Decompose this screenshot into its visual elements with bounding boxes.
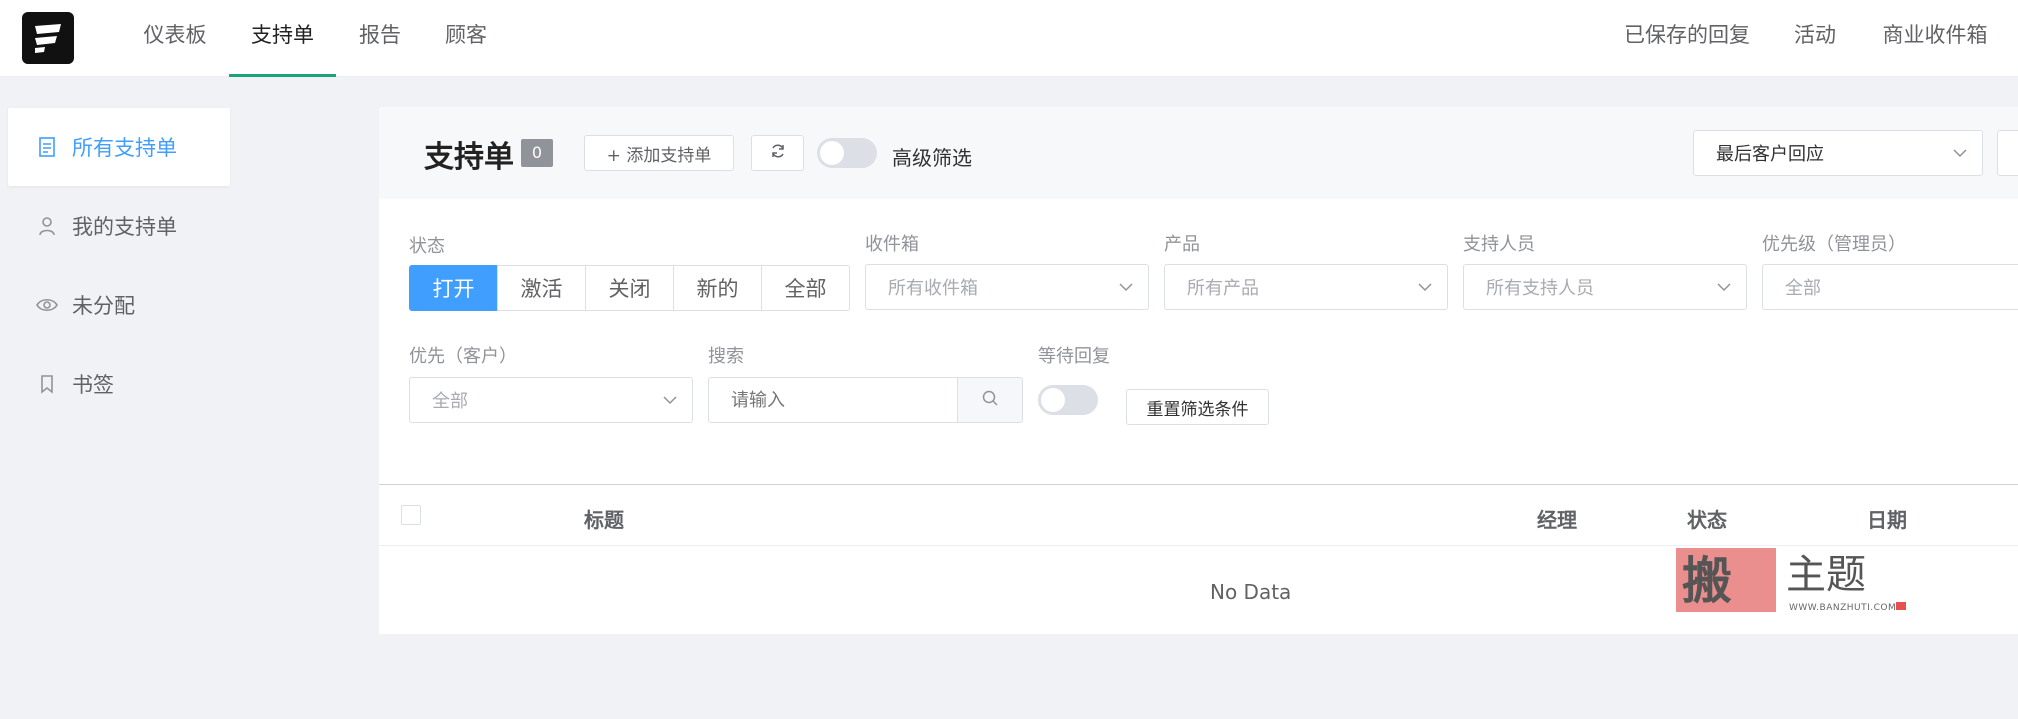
page-title: 支持单 <box>424 140 514 175</box>
priority-admin-select-value: 全部 <box>1785 278 1821 299</box>
sidebar-item-unassigned[interactable]: 未分配 <box>8 266 230 344</box>
nav-customers[interactable]: 顾客 <box>444 0 488 77</box>
app-logo[interactable] <box>22 12 74 64</box>
priority-admin-label: 优先级（管理员） <box>1762 234 1906 255</box>
sort-select-value: 最后客户回应 <box>1716 144 1824 165</box>
search-label: 搜索 <box>708 346 744 367</box>
status-open-button[interactable]: 打开 <box>409 265 498 311</box>
add-ticket-button[interactable]: + 添加支持单 <box>584 135 734 171</box>
status-label: 状态 <box>409 236 445 257</box>
bookmark-icon <box>36 373 58 395</box>
nav-reports[interactable]: 报告 <box>358 0 402 77</box>
sort-select[interactable]: 最后客户回应 <box>1693 130 1983 176</box>
user-icon <box>36 215 58 237</box>
column-header-status[interactable]: 状态 <box>1687 504 1727 533</box>
chevron-down-icon <box>662 392 678 408</box>
inbox-select-value: 所有收件箱 <box>888 278 978 299</box>
search-button[interactable] <box>957 377 1023 423</box>
nav-business-inbox[interactable]: 商业收件箱 <box>1880 0 1990 77</box>
sidebar-item-label: 未分配 <box>72 294 135 318</box>
agent-select-value: 所有支持人员 <box>1486 278 1594 299</box>
reset-filters-button[interactable]: 重置筛选条件 <box>1126 389 1269 425</box>
column-header-manager[interactable]: 经理 <box>1537 504 1577 533</box>
sidebar-item-my-tickets[interactable]: 我的支持单 <box>8 187 230 265</box>
sidebar-item-label: 我的支持单 <box>72 215 177 239</box>
document-icon <box>36 136 58 158</box>
priority-customer-select-value: 全部 <box>432 391 468 412</box>
svg-text:主题: 主题 <box>1786 552 1866 598</box>
priority-customer-select[interactable]: 全部 <box>409 377 693 423</box>
advanced-filter-toggle[interactable] <box>817 138 877 168</box>
agent-label: 支持人员 <box>1463 234 1535 255</box>
watermark-logo: 搬 主题 WWW.BANZHUTI.COM <box>1674 546 1914 616</box>
eye-icon <box>36 294 58 316</box>
awaiting-reply-label: 等待回复 <box>1038 346 1110 367</box>
status-new-button[interactable]: 新的 <box>673 265 762 311</box>
priority-admin-select[interactable]: 全部 <box>1762 264 2018 310</box>
search-icon <box>981 389 999 412</box>
chevron-down-icon <box>1417 279 1433 295</box>
product-select[interactable]: 所有产品 <box>1164 264 1448 310</box>
chevron-down-icon <box>1118 279 1134 295</box>
sidebar-item-label: 所有支持单 <box>72 136 177 160</box>
advanced-filter-label: 高级筛选 <box>892 146 972 170</box>
product-label: 产品 <box>1164 234 1200 255</box>
nav-saved-replies[interactable]: 已保存的回复 <box>1623 0 1751 77</box>
agent-select[interactable]: 所有支持人员 <box>1463 264 1747 310</box>
status-all-button[interactable]: 全部 <box>761 265 850 311</box>
search-input[interactable] <box>708 377 958 423</box>
column-header-title[interactable]: 标题 <box>584 504 624 533</box>
sidebar-item-bookmarks[interactable]: 书签 <box>8 345 230 423</box>
nav-dashboard[interactable]: 仪表板 <box>142 0 208 77</box>
empty-table-message: No Data <box>1210 580 1292 604</box>
sidebar-item-label: 书签 <box>72 373 114 397</box>
chevron-down-icon <box>1716 279 1732 295</box>
product-select-value: 所有产品 <box>1187 278 1259 299</box>
ticket-count-badge: 0 <box>521 139 553 167</box>
status-closed-button[interactable]: 关闭 <box>585 265 674 311</box>
refresh-button[interactable] <box>751 135 804 171</box>
header-select-partial[interactable] <box>1997 130 2018 176</box>
svg-text:搬: 搬 <box>1682 551 1732 610</box>
inbox-select[interactable]: 所有收件箱 <box>865 264 1149 310</box>
sidebar-item-all-tickets[interactable]: 所有支持单 <box>8 108 230 186</box>
chevron-down-icon <box>1952 145 1968 161</box>
watermark-text: WWW.BANZHUTI.COM <box>1789 603 1897 613</box>
nav-tickets[interactable]: 支持单 <box>229 0 336 77</box>
awaiting-reply-toggle[interactable] <box>1038 385 1098 415</box>
priority-customer-label: 优先（客户） <box>409 346 517 367</box>
nav-activity[interactable]: 活动 <box>1793 0 1837 77</box>
select-all-checkbox[interactable] <box>401 505 421 525</box>
top-navbar: 仪表板 支持单 报告 顾客 已保存的回复 活动 商业收件箱 <box>0 0 2018 77</box>
status-active-button[interactable]: 激活 <box>497 265 586 311</box>
refresh-icon <box>770 143 786 164</box>
inbox-label: 收件箱 <box>865 234 919 255</box>
column-header-date[interactable]: 日期 <box>1867 504 1907 533</box>
